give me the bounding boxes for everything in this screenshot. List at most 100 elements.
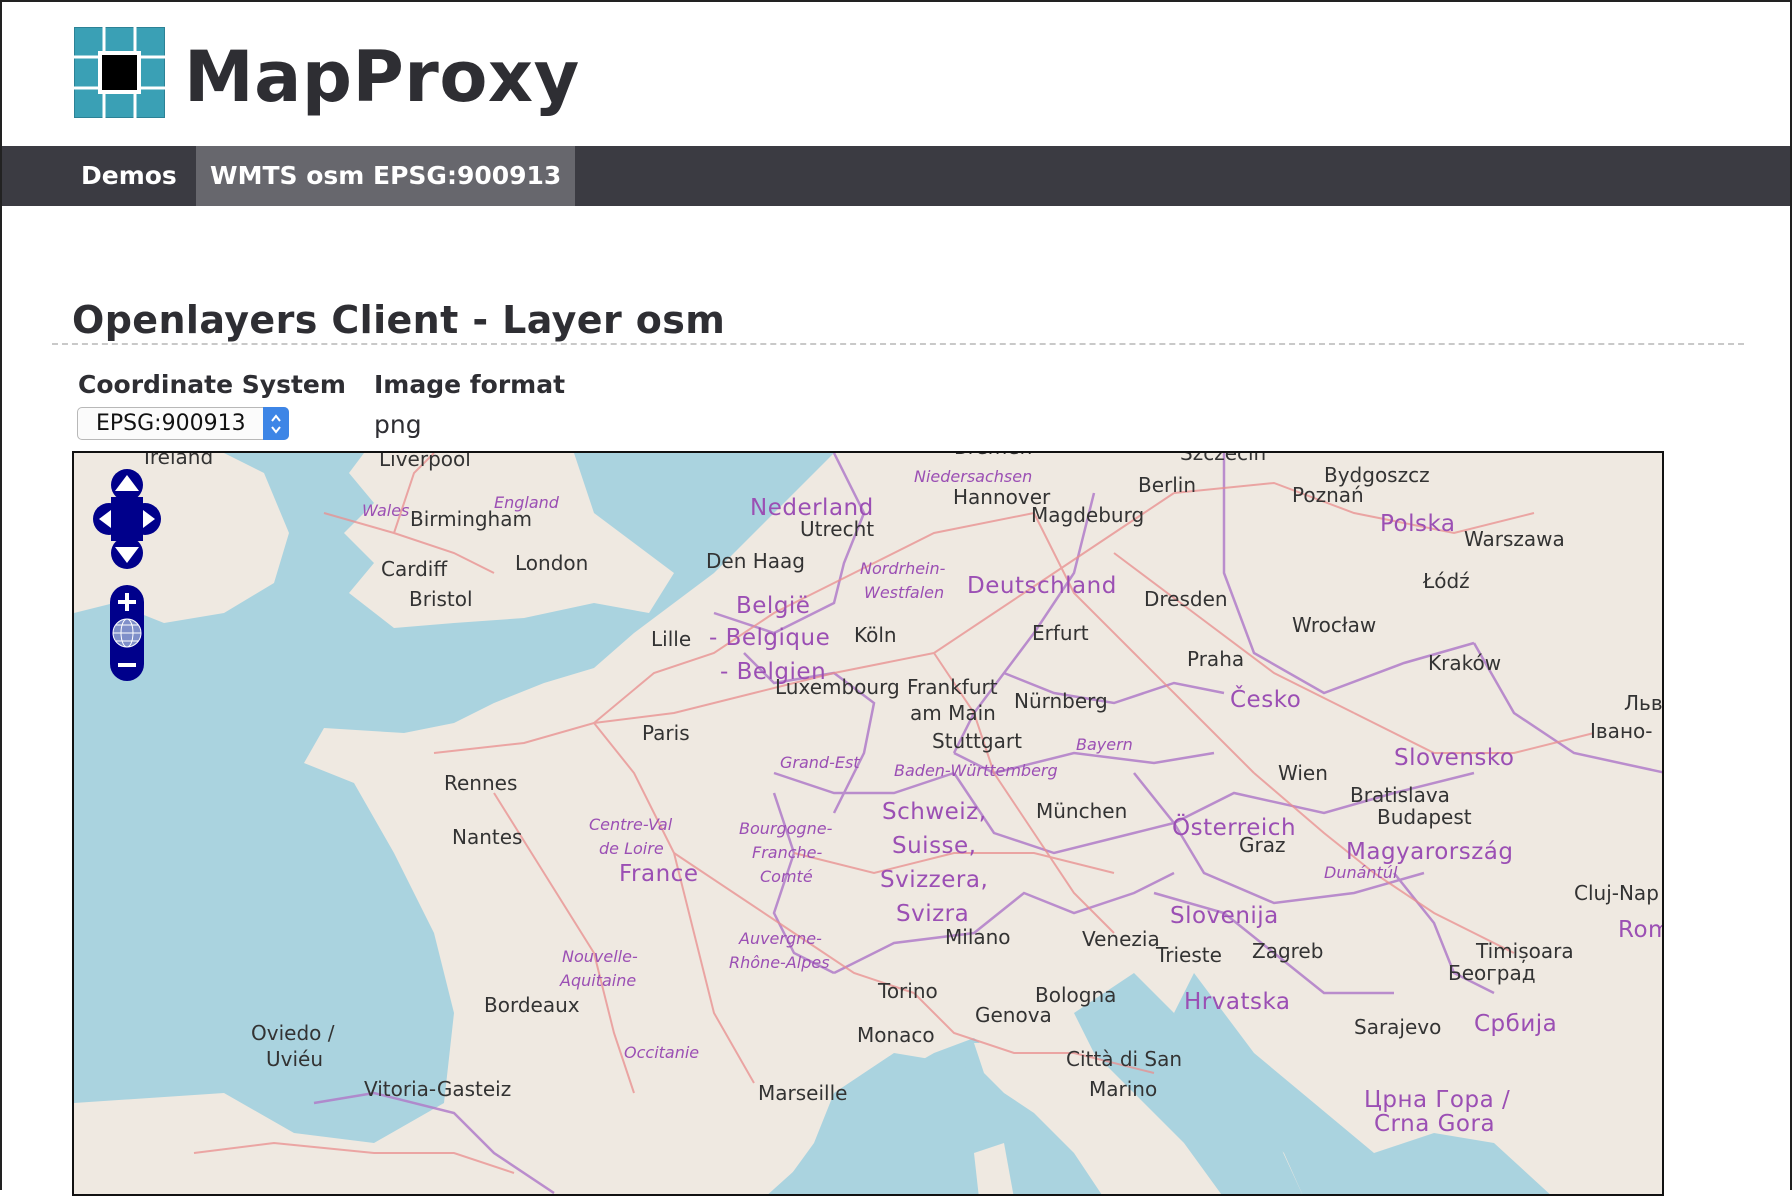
- map-label-wales: Wales: [362, 501, 410, 520]
- map-label-denhaag: Den Haag: [706, 549, 805, 573]
- map-label-crnagora: Црна Гора /: [1364, 1087, 1511, 1113]
- map-controls: [93, 469, 161, 681]
- map-label-ivano: Івано-: [1590, 719, 1653, 743]
- map-label-frankfurt: Frankfurt: [907, 675, 998, 699]
- map-label-marseille: Marseille: [758, 1081, 848, 1105]
- map-label-polska: Polska: [1380, 511, 1456, 537]
- map-label-occitanie: Occitanie: [624, 1043, 700, 1062]
- map-label-bratislava: Bratislava: [1350, 783, 1450, 807]
- map-label-schweiz: Schweiz,: [882, 799, 987, 825]
- map-label-budapest: Budapest: [1377, 805, 1472, 829]
- image-format-label: Image format: [374, 370, 566, 399]
- map-label-deutschland: Deutschland: [967, 573, 1117, 599]
- map-label-dunantul: Dunántúl: [1324, 863, 1398, 882]
- map-label-rennes: Rennes: [444, 771, 518, 795]
- map-label-wroclaw: Wrocław: [1292, 613, 1377, 637]
- map-label-london: London: [515, 551, 589, 575]
- map-label-monaco: Monaco: [857, 1023, 935, 1047]
- map-label-timisoara: Timișoara: [1476, 939, 1574, 963]
- map-label-lodz: Łódź: [1423, 569, 1470, 593]
- map-label-lille: Lille: [651, 627, 692, 651]
- coordinate-system-label: Coordinate System: [78, 370, 346, 399]
- map-label-birmingham: Birmingham: [410, 507, 532, 531]
- map-label-torino: Torino: [878, 979, 938, 1003]
- map-label-paris: Paris: [642, 721, 690, 745]
- pan-up-icon[interactable]: [111, 469, 143, 501]
- map-label-venezia: Venezia: [1082, 927, 1160, 951]
- title-divider: [52, 343, 1744, 345]
- map-label-lviv: Льв: [1624, 691, 1663, 715]
- map-label-trieste: Trieste: [1156, 943, 1222, 967]
- map-label-graz: Graz: [1239, 833, 1286, 857]
- map-label-utrecht: Utrecht: [800, 517, 875, 541]
- map-label-nantes: Nantes: [452, 825, 523, 849]
- map-label-berlin: Berlin: [1138, 473, 1197, 497]
- map-label-deloire: de Loire: [599, 839, 664, 858]
- map-label-poznan: Poznań: [1292, 483, 1364, 507]
- map-label-cittadisan: Città di San: [1066, 1047, 1183, 1071]
- mapproxy-logo-icon: [74, 27, 165, 118]
- top-nav: Demos WMTS osm EPSG:900913: [2, 146, 1790, 206]
- map-label-cardiff: Cardiff: [381, 557, 448, 581]
- map-label-oviedo: Oviedo /: [251, 1021, 335, 1045]
- map-label-krakow: Kraków: [1428, 651, 1502, 675]
- map-label-comte: Comté: [760, 867, 813, 886]
- map-label-rhonealpes: Rhône-Alpes: [729, 953, 830, 972]
- map-label-koln: Köln: [854, 623, 897, 647]
- map-label-bourgogne: Bourgogne-: [739, 819, 833, 838]
- map-label-rom: Rom: [1618, 917, 1662, 943]
- map-label-dresden: Dresden: [1144, 587, 1228, 611]
- map-label-stuttgart: Stuttgart: [932, 729, 1022, 753]
- map-label-bordeaux: Bordeaux: [484, 993, 580, 1017]
- map-label-westfalen: Westfalen: [864, 583, 945, 602]
- map-label-magyar: Magyarország: [1346, 839, 1514, 865]
- map-label-slovensko: Slovensko: [1394, 745, 1515, 771]
- app-title[interactable]: MapProxy: [184, 32, 580, 122]
- map-label-svizra: Svizra: [896, 901, 970, 927]
- map-label-aquitaine: Aquitaine: [560, 971, 637, 990]
- map-label-bristol: Bristol: [409, 587, 473, 611]
- pan-down-icon[interactable]: [111, 537, 143, 569]
- map-label-vitoria: Vitoria-Gasteiz: [364, 1077, 512, 1101]
- map-label-franche: Franche-: [752, 843, 823, 862]
- map-label-centreval: Centre-Val: [589, 815, 673, 834]
- map-viewport[interactable]: Ireland Liverpool Bremen Szczecin Nieder…: [72, 451, 1664, 1196]
- map-label-genova: Genova: [975, 1003, 1052, 1027]
- map-label-ammain: am Main: [910, 701, 996, 725]
- coordinate-system-select[interactable]: EPSG:900913: [77, 407, 289, 440]
- zoom-out-icon[interactable]: [118, 663, 136, 667]
- nav-item-current-demo[interactable]: WMTS osm EPSG:900913: [196, 146, 576, 206]
- map-label-szczecin: Szczecin: [1180, 451, 1267, 465]
- map-label-suisse: Suisse,: [892, 833, 977, 859]
- map-label-praha: Praha: [1187, 647, 1245, 671]
- header: MapProxy: [2, 2, 1790, 144]
- map-label-sarajevo: Sarajevo: [1354, 1015, 1442, 1039]
- coordinate-system-value: EPSG:900913: [96, 411, 246, 436]
- select-chevron-icon: [263, 407, 289, 440]
- map-label-grandest: Grand-Est: [780, 753, 860, 772]
- map-label-liverpool: Liverpool: [379, 451, 471, 471]
- map-label-bayern: Bayern: [1076, 735, 1133, 754]
- map-label-bw: Baden-Württemberg: [894, 761, 1058, 780]
- map-label-hrvatska: Hrvatska: [1184, 989, 1291, 1015]
- map-label-nouvelle: Nouvelle-: [562, 947, 638, 966]
- map-label-cesko: Česko: [1230, 687, 1302, 713]
- map-label-crnagora2: Crna Gora: [1374, 1111, 1496, 1137]
- map-label-munchen: München: [1036, 799, 1128, 823]
- map-label-magdeburg: Magdeburg: [1031, 503, 1145, 527]
- map-label-wien: Wien: [1278, 761, 1328, 785]
- map-label-uvieu: Uviéu: [266, 1047, 324, 1071]
- map-label-belgique: - Belgique: [709, 625, 831, 651]
- map-label-bremen: Bremen: [954, 453, 1032, 459]
- zoom-world-icon[interactable]: [112, 618, 142, 648]
- map-label-milano: Milano: [945, 925, 1011, 949]
- map-label-erfurt: Erfurt: [1032, 621, 1089, 645]
- map-label-svizzera: Svizzera,: [880, 867, 989, 893]
- map-label-france: France: [619, 861, 699, 887]
- map-label-srbija: Србија: [1474, 1011, 1558, 1037]
- map-label-slovenija: Slovenija: [1170, 903, 1279, 929]
- map-label-auvergne: Auvergne-: [739, 929, 822, 948]
- nav-item-demos[interactable]: Demos: [67, 146, 191, 206]
- map-label-marino: Marino: [1089, 1077, 1158, 1101]
- map-label-zagreb: Zagreb: [1252, 939, 1324, 963]
